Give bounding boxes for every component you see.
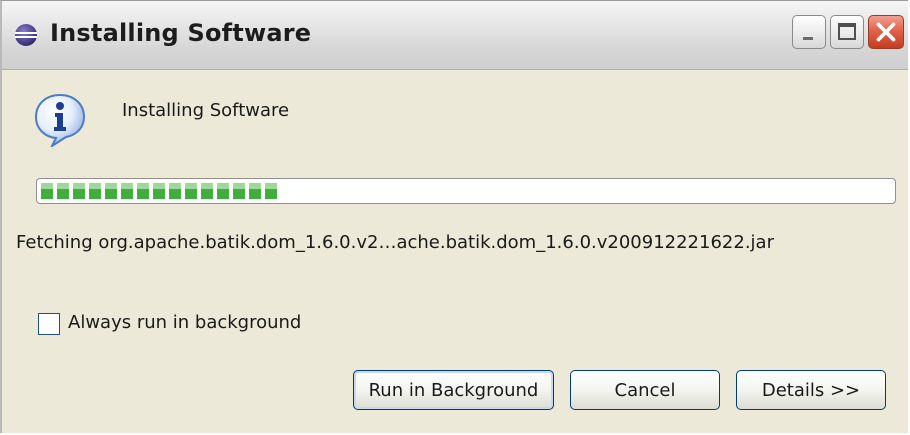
installing-software-window: Installing Software Installing Software … (0, 0, 908, 433)
minimize-button[interactable] (792, 15, 826, 49)
eclipse-icon (15, 24, 37, 46)
details-button[interactable]: Details >> (736, 370, 886, 410)
progress-fill (41, 183, 277, 199)
close-icon (876, 22, 896, 42)
info-icon (34, 93, 86, 147)
always-run-in-background-checkbox[interactable] (38, 313, 60, 335)
minimize-icon (803, 37, 813, 40)
dialog-body: Installing Software Fetching org.apache.… (2, 70, 908, 433)
maximize-button[interactable] (830, 15, 864, 49)
maximize-icon (838, 23, 856, 40)
close-button[interactable] (868, 15, 904, 49)
run-in-background-button[interactable]: Run in Background (353, 370, 554, 410)
progress-bar (36, 178, 896, 204)
cancel-button[interactable]: Cancel (570, 370, 720, 410)
title-bar[interactable]: Installing Software (2, 1, 908, 70)
dialog-message: Installing Software (122, 100, 290, 121)
task-status-text: Fetching org.apache.batik.dom_1.6.0.v2…a… (16, 232, 774, 253)
always-run-in-background-label[interactable]: Always run in background (68, 312, 301, 333)
window-title: Installing Software (50, 19, 312, 47)
